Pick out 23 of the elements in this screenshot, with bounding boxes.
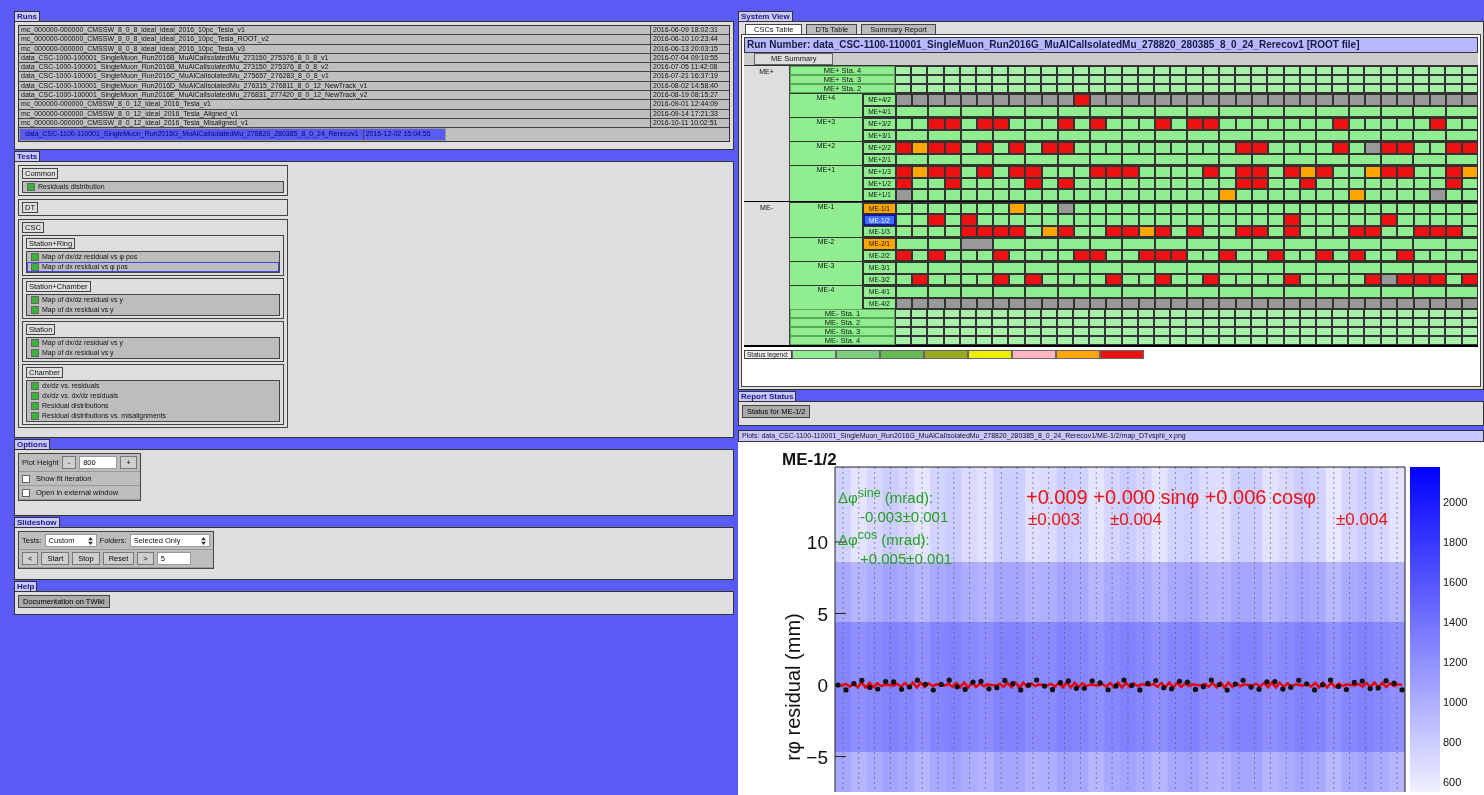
fit-note: -0.003±0.001	[859, 507, 950, 526]
color-scale-label: 1200	[1443, 656, 1468, 668]
color-scale-label: 600	[1443, 776, 1462, 788]
run-number-bar: Run Number: data_CSC-1100-110001_SingleMuon_Run2016G_MuAlCalIsolatedMu_278820_280385_8_0_24_Rerecov1 [ROOT file]	[744, 37, 1478, 53]
axis-tick-label: 5	[817, 603, 828, 625]
color-scale-label: 2000	[1443, 496, 1468, 508]
fit-error: ±0.004	[1110, 510, 1162, 530]
color-scale-label: 1600	[1443, 576, 1468, 588]
fit-note: +0.005±0.001	[859, 549, 953, 568]
axis-tick-label: −5	[806, 746, 828, 768]
axis-title: rφ residual (mm)	[782, 613, 804, 761]
axis-tick-label: 10	[806, 532, 828, 553]
color-scale-label: 1400	[1443, 616, 1468, 628]
color-scale-label: 1000	[1443, 696, 1468, 708]
plot-title: ME-1/2	[782, 450, 837, 470]
fit-note: Δφ$^{sine}$ (mrad):	[838, 485, 935, 507]
axis-tick-label: 0	[817, 675, 828, 696]
fit-error: ±0.004	[1336, 510, 1388, 530]
fit-error: ±0.003	[1028, 510, 1080, 530]
color-scale-label: 800	[1443, 736, 1462, 748]
color-scale-label: 1800	[1443, 536, 1468, 548]
fit-note: Δφ$^{cos}$ (mrad):	[838, 527, 931, 549]
fit-formula: +0.009 +0.000 sinφ +0.006 cosφ	[1026, 486, 1317, 509]
